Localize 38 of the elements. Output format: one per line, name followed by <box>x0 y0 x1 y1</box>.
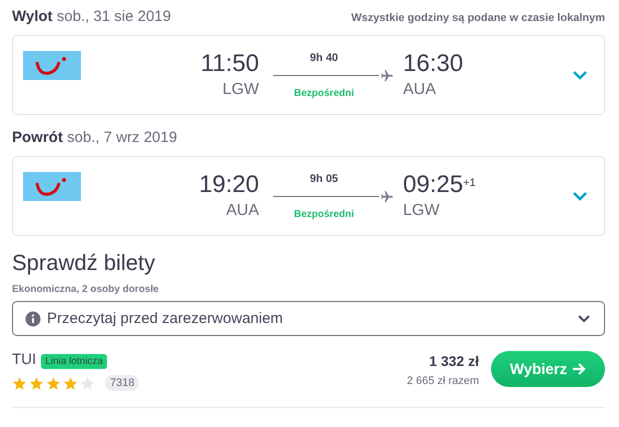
leg-date: Powrót sob., 7 wrz 2019 <box>12 129 178 146</box>
stops-label: Bezpośredni <box>294 88 354 98</box>
stops-label: Bezpośredni <box>294 208 354 220</box>
plane-icon <box>379 190 395 204</box>
departure-time: 19:20 <box>198 171 259 199</box>
flight-card[interactable]: 11:50 LGW 9h 40 Bezpośredni 16:30 AUA <box>12 35 605 115</box>
arrival-time: 16:30 <box>403 50 464 78</box>
star-icon <box>29 376 44 390</box>
chevron-icon[interactable] <box>572 191 588 201</box>
info-icon <box>25 310 41 326</box>
provider-name: TUI <box>12 351 36 368</box>
flight-card[interactable]: 19:20 AUA 9h 05 Bezpośredni 09:25$^{+1}$ LGW <box>12 156 605 236</box>
section-title: Sprawdź bilety <box>12 250 156 276</box>
flight-duration: 9h 05 <box>310 172 338 184</box>
leg-date: Wylot sob., 31 sie 2019 <box>12 8 171 25</box>
star-icon <box>80 376 95 390</box>
plane-icon <box>379 68 395 82</box>
airline-tag: Linia lotnicza <box>41 354 107 369</box>
airline-logo <box>23 51 81 80</box>
timezone-note: Wszystkie godziny są podane w czasie lokalnym <box>351 12 605 24</box>
total-price: 2 665 zł razem <box>406 375 479 387</box>
departure-time: 11:50 <box>200 50 259 78</box>
chevron-icon[interactable] <box>572 70 588 80</box>
info-dropdown[interactable]: Przeczytaj przed zarezerwowaniem <box>12 301 605 336</box>
flight-duration: 9h 40 <box>310 52 338 64</box>
arrival-time: 09:25$^{+1}$ <box>403 171 476 199</box>
arrow-icon <box>572 362 586 376</box>
star-icon <box>46 376 61 390</box>
arrival-airport: AUA <box>403 80 436 100</box>
arrival-airport: LGW <box>403 201 440 221</box>
star-icon <box>12 376 27 390</box>
departure-airport: AUA <box>226 201 259 221</box>
passenger-info: Ekonomiczna, 2 osoby dorosłe <box>12 284 160 295</box>
price: 1 332 zł <box>429 353 479 369</box>
star-icon <box>63 376 78 390</box>
airline-logo <box>23 172 81 201</box>
departure-airport: LGW <box>222 80 259 100</box>
review-count: 7318 <box>105 375 140 391</box>
